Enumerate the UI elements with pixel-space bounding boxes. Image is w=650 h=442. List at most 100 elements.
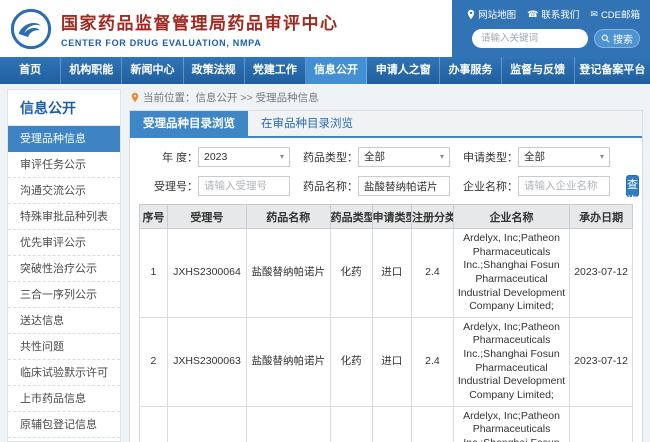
- col-header-accept-no: 受理号: [167, 205, 246, 229]
- main-area: 当前位置：信息公开 >> 受理品种信息 受理品种目录浏览 在审品种目录浏览 年 …: [129, 89, 643, 442]
- sidebar-item-delivery-info[interactable]: 送达信息: [8, 308, 120, 334]
- location-pin-icon: [467, 9, 475, 20]
- cell-drug-type: 化药: [330, 229, 372, 318]
- header-utility-area: 网站地图 ☎ 联系我们 ✉ CDE邮箱 搜索: [452, 0, 650, 57]
- header: 国家药品监督管理局药品审评中心 CENTER FOR DRUG EVALUATI…: [0, 0, 650, 57]
- cell-accept-no: JXHS2300063: [167, 317, 246, 406]
- accept-no-input[interactable]: [198, 176, 290, 196]
- sidebar-item-three-in-one[interactable]: 三合一序列公示: [8, 282, 120, 308]
- tab-accepted-catalog[interactable]: 受理品种目录浏览: [130, 111, 248, 136]
- cell-drug-name: 盐酸替纳帕诺片: [246, 229, 330, 318]
- cell-drug-name: 盐酸替纳帕诺片: [246, 406, 330, 442]
- col-header-company: 企业名称: [453, 205, 569, 229]
- nav-item-party[interactable]: 党建工作: [245, 57, 306, 84]
- table-header-row: 序号 受理号 药品名称 药品类型 申请类型 注册分类 企业名称 承办日期: [140, 205, 633, 229]
- nav-item-supervision[interactable]: 监督与反馈: [502, 57, 575, 84]
- sidebar-item-special-approval[interactable]: 特殊审批品种列表: [8, 204, 120, 230]
- nav-item-functions[interactable]: 机构职能: [61, 57, 122, 84]
- table-row: 2 JXHS2300063 盐酸替纳帕诺片 化药 进口 2.4 Ardelyx,…: [140, 317, 633, 406]
- search-input[interactable]: [472, 29, 588, 48]
- query-button[interactable]: 查询: [626, 175, 639, 197]
- sidebar-item-clinical-trial-license[interactable]: 临床试验默示许可: [8, 360, 120, 386]
- sidebar-item-communication[interactable]: 沟通交流公示: [8, 178, 120, 204]
- breadcrumb-text: 当前位置：信息公开 >> 受理品种信息: [143, 90, 319, 105]
- main-panel: 受理品种目录浏览 在审品种目录浏览 年 度： 2023 ▾ 药: [129, 110, 643, 442]
- mailbox-link[interactable]: ✉ CDE邮箱: [590, 7, 640, 21]
- cell-apply-type: 进口: [372, 406, 412, 442]
- accept-no-label: 受理号：: [140, 178, 198, 194]
- contact-link[interactable]: ☎ 联系我们: [527, 7, 579, 21]
- sidebar-item-accepted-varieties[interactable]: 受理品种信息: [8, 126, 120, 152]
- search-button[interactable]: 搜索: [594, 29, 640, 48]
- nav-item-services[interactable]: 办事服务: [440, 57, 501, 84]
- header-search: 搜索: [462, 29, 640, 48]
- sitemap-link[interactable]: 网站地图: [467, 7, 516, 21]
- site-title: 国家药品监督管理局药品审评中心: [61, 9, 339, 34]
- apply-type-label: 申请类型：: [460, 149, 518, 165]
- nav-item-policy[interactable]: 政策法规: [184, 57, 245, 84]
- cell-reg-class: 2.4: [412, 317, 454, 406]
- results-table: 序号 受理号 药品名称 药品类型 申请类型 注册分类 企业名称 承办日期 1: [139, 204, 633, 442]
- mailbox-link-label: CDE邮箱: [601, 7, 640, 21]
- year-select-value: 2023: [204, 148, 227, 166]
- cell-drug-name: 盐酸替纳帕诺片: [246, 317, 330, 406]
- year-label: 年 度：: [140, 149, 198, 165]
- sidebar-item-excipient-registration[interactable]: 原辅包登记信息: [8, 412, 120, 438]
- apply-type-select[interactable]: 全部 ▾: [518, 147, 610, 167]
- page: 国家药品监督管理局药品审评中心 CENTER FOR DRUG EVALUATI…: [0, 0, 650, 442]
- site-subtitle: CENTER FOR DRUG EVALUATION, NMPA: [61, 38, 339, 48]
- cell-company: Ardelyx, Inc;Patheon Pharmaceuticals Inc…: [453, 317, 569, 406]
- cell-company: Ardelyx, Inc;Patheon Pharmaceuticals Inc…: [453, 406, 569, 442]
- magnifier-icon: [601, 34, 610, 43]
- company-input[interactable]: [518, 176, 610, 196]
- nav-item-registration-platform[interactable]: 登记备案平台: [575, 57, 650, 84]
- phone-icon: ☎: [527, 10, 538, 19]
- cell-date: 2023-07-12: [570, 229, 633, 318]
- cell-apply-type: 进口: [372, 317, 412, 406]
- mail-icon: ✉: [590, 10, 598, 19]
- search-button-label: 搜索: [613, 31, 633, 46]
- sidebar: 信息公开 受理品种信息 审评任务公示 沟通交流公示 特殊审批品种列表 优先审评公…: [7, 89, 121, 442]
- quick-links: 网站地图 ☎ 联系我们 ✉ CDE邮箱: [462, 7, 640, 21]
- table-row: 3 JXHS2300062 盐酸替纳帕诺片 化药 进口 2.4 Ardelyx,…: [140, 406, 633, 442]
- sidebar-item-review-tasks[interactable]: 审评任务公示: [8, 152, 120, 178]
- filter-form: 年 度： 2023 ▾ 药品类型： 全部 ▾: [130, 138, 642, 204]
- drug-type-label: 药品类型：: [300, 149, 358, 165]
- tab-bar: 受理品种目录浏览 在审品种目录浏览: [130, 111, 642, 138]
- drug-name-label: 药品名称：: [300, 178, 358, 194]
- company-label: 企业名称：: [460, 178, 518, 194]
- contact-link-label: 联系我们: [541, 7, 579, 21]
- sidebar-item-priority-review[interactable]: 优先审评公示: [8, 230, 120, 256]
- chevron-down-icon: ▾: [280, 148, 284, 166]
- drug-name-input[interactable]: [358, 176, 450, 196]
- cell-company: Ardelyx, Inc;Patheon Pharmaceuticals Inc…: [453, 229, 569, 318]
- cell-index: 2: [140, 317, 168, 406]
- year-select[interactable]: 2023 ▾: [198, 147, 290, 167]
- cell-accept-no: JXHS2300064: [167, 229, 246, 318]
- filter-row-2: 受理号： 药品名称： 企业名称： 查询: [140, 175, 632, 197]
- sidebar-item-common-issues[interactable]: 共性问题: [8, 334, 120, 360]
- col-header-reg-class: 注册分类: [412, 205, 454, 229]
- site-title-block: 国家药品监督管理局药品审评中心 CENTER FOR DRUG EVALUATI…: [61, 9, 339, 48]
- table-row: 1 JXHS2300064 盐酸替纳帕诺片 化药 进口 2.4 Ardelyx,…: [140, 229, 633, 318]
- sidebar-item-breakthrough-therapy[interactable]: 突破性治疗公示: [8, 256, 120, 282]
- cell-reg-class: 2.4: [412, 406, 454, 442]
- col-header-apply-type: 申请类型: [372, 205, 412, 229]
- tab-under-review-catalog[interactable]: 在审品种目录浏览: [248, 111, 366, 136]
- cell-accept-no: JXHS2300062: [167, 406, 246, 442]
- sidebar-title: 信息公开: [8, 90, 120, 126]
- cde-logo-icon: [10, 8, 52, 50]
- nav-item-info-disclosure[interactable]: 信息公开: [306, 57, 367, 84]
- drug-type-select[interactable]: 全部 ▾: [358, 147, 450, 167]
- nav-item-applicant-window[interactable]: 申请人之窗: [367, 57, 440, 84]
- col-header-drug-name: 药品名称: [246, 205, 330, 229]
- chevron-down-icon: ▾: [440, 148, 444, 166]
- chevron-down-icon: ▾: [600, 148, 604, 166]
- filter-row-1: 年 度： 2023 ▾ 药品类型： 全部 ▾: [140, 147, 632, 167]
- col-header-drug-type: 药品类型: [330, 205, 372, 229]
- cell-drug-type: 化药: [330, 317, 372, 406]
- sidebar-item-drug-catalog[interactable]: 药品目录集信息: [8, 438, 120, 442]
- nav-item-home[interactable]: 首页: [0, 57, 61, 84]
- sidebar-item-marketed-drugs[interactable]: 上市药品信息: [8, 386, 120, 412]
- nav-item-news[interactable]: 新闻中心: [122, 57, 183, 84]
